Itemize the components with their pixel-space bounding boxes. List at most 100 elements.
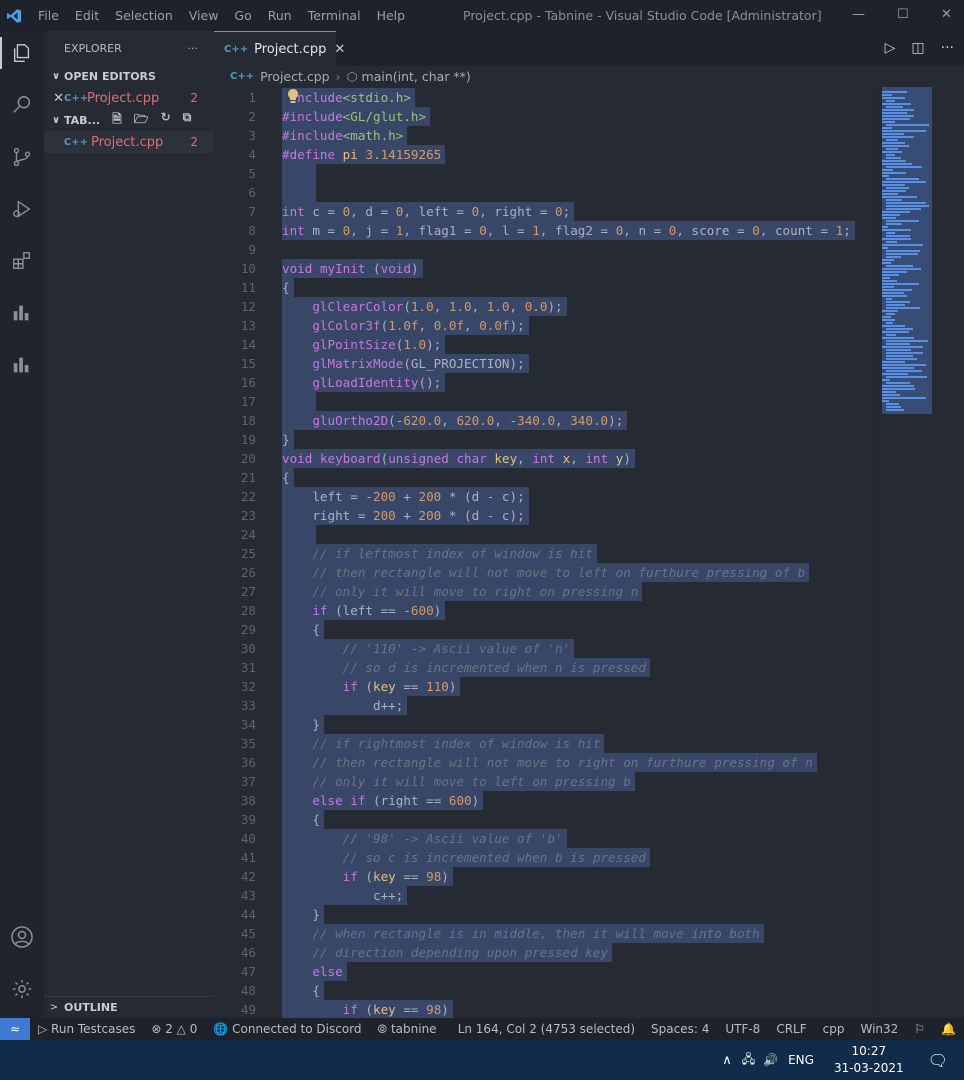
code-line[interactable]: 1 nclude<stdio.h> (214, 88, 874, 107)
new-file-icon[interactable]: 🗎 (112, 110, 122, 131)
menu-selection[interactable]: Selection (107, 8, 181, 23)
menu-file[interactable]: File (30, 8, 67, 23)
code-line[interactable]: 39 { (214, 810, 874, 829)
code-line[interactable]: 37 // only it will move to left on press… (214, 772, 874, 791)
new-folder-icon[interactable]: 🗁 (134, 110, 149, 131)
clock[interactable]: 10:27 31-03-2021 (834, 1043, 904, 1077)
menu-run[interactable]: Run (260, 8, 300, 23)
workspace-section[interactable]: ∨ TAB... 🗎 🗁 ↻ ⧉ (44, 109, 214, 131)
code-line[interactable]: 49 if (key == 98) (214, 1000, 874, 1018)
tab-project-cpp[interactable]: C++ Project.cpp ✕ (214, 31, 345, 66)
code-line[interactable]: 4 #define pi 3.14159265 (214, 145, 874, 164)
code-line[interactable]: 35 // if rightmost index of window is hi… (214, 734, 874, 753)
code-line[interactable]: 3 #include<math.h> (214, 126, 874, 145)
remote-icon[interactable]: ≈ (0, 1018, 30, 1040)
tree-file-item[interactable]: C++ Project.cpp 2 (44, 131, 214, 153)
breadcrumb-file[interactable]: Project.cpp (260, 69, 329, 84)
code-line[interactable]: 45 // when rectangle is in middle, then … (214, 924, 874, 943)
menu-go[interactable]: Go (226, 8, 259, 23)
lightbulb-icon[interactable] (286, 88, 300, 104)
code-line[interactable]: 12 glClearColor(1.0, 1.0, 1.0, 0.0); (214, 297, 874, 316)
open-editor-item[interactable]: ✕ C++ Project.cpp 2 (44, 87, 214, 109)
code-line[interactable]: 23 right = 200 + 200 * (d - c); (214, 506, 874, 525)
statistics-icon[interactable] (6, 349, 38, 381)
open-editors-section[interactable]: ∨ OPEN EDITORS (44, 65, 214, 87)
code-line[interactable]: 29 { (214, 620, 874, 639)
code-line[interactable]: 36 // then rectangle will not move to ri… (214, 753, 874, 772)
code-line[interactable]: 31 // so d is incremented when n is pres… (214, 658, 874, 677)
code-line[interactable]: 25 // if leftmost index of window is hit (214, 544, 874, 563)
code-line[interactable]: 46 // direction depending upon pressed k… (214, 943, 874, 962)
source-control-icon[interactable] (6, 141, 38, 173)
minimize-icon[interactable]: — (852, 7, 865, 22)
code-line[interactable]: 7 int c = 0, d = 0, left = 0, right = 0; (214, 202, 874, 221)
code-line[interactable]: 18 gluOrtho2D(-620.0, 620.0, -340.0, 340… (214, 411, 874, 430)
code-line[interactable]: 19} (214, 430, 874, 449)
network-icon[interactable]: 🖧 (742, 1050, 755, 1071)
code-line[interactable]: 47 else (214, 962, 874, 981)
code-line[interactable]: 24 (214, 525, 874, 544)
code-line[interactable]: 14 glPointSize(1.0); (214, 335, 874, 354)
code-line[interactable]: 20 void keyboard(unsigned char key, int x… (214, 449, 874, 468)
code-line[interactable]: 33 d++; (214, 696, 874, 715)
language-mode[interactable]: cpp (815, 1022, 853, 1036)
chart-icon[interactable] (6, 297, 38, 329)
extensions-icon[interactable] (6, 245, 38, 277)
encoding[interactable]: UTF-8 (717, 1022, 768, 1036)
run-testcases[interactable]: ▷ Run Testcases (30, 1022, 143, 1036)
language-indicator[interactable]: ENG (788, 1053, 814, 1067)
settings-gear-icon[interactable] (6, 973, 38, 1005)
menu-help[interactable]: Help (369, 8, 414, 23)
code-line[interactable]: 26 // then rectangle will not move to le… (214, 563, 874, 582)
code-line[interactable]: 34 } (214, 715, 874, 734)
code-line[interactable]: 41 // so c is incremented when b is pres… (214, 848, 874, 867)
discord-status[interactable]: 🌐 Connected to Discord (205, 1022, 369, 1036)
code-line[interactable]: 8 int m = 0, j = 1, flag1 = 0, l = 1, fla… (214, 221, 874, 240)
code-line[interactable]: 16 glLoadIdentity(); (214, 373, 874, 392)
code-line[interactable]: 11 { (214, 278, 874, 297)
code-line[interactable]: 13 glColor3f(1.0f, 0.0f, 0.0f); (214, 316, 874, 335)
chevron-up-icon[interactable]: ∧ (722, 1053, 732, 1068)
split-editor-icon[interactable]: ◫ (911, 40, 924, 56)
code-editor[interactable]: 1 nclude<stdio.h> 2 #include<GL/glut.h> 3 #i… (214, 87, 874, 1018)
refresh-icon[interactable]: ↻ (161, 110, 171, 131)
code-line[interactable]: 9 (214, 240, 874, 259)
minimap[interactable] (874, 87, 964, 1018)
code-line[interactable]: 44 } (214, 905, 874, 924)
volume-icon[interactable]: 🔊 (763, 1053, 778, 1067)
code-line[interactable]: 17 (214, 392, 874, 411)
tabnine-status[interactable]: ⦾ tabnine (370, 1022, 445, 1037)
problems-indicator[interactable]: ⊗ 2 △ 0 (143, 1022, 205, 1036)
breadcrumb-symbol[interactable]: main(int, char **) (362, 69, 471, 84)
code-line[interactable]: 48 { (214, 981, 874, 1000)
close-window-icon[interactable]: ✕ (941, 7, 952, 22)
close-editor-icon[interactable]: ✕ (44, 91, 64, 106)
outline-section[interactable]: > OUTLINE (44, 996, 214, 1018)
action-center-icon[interactable]: 🗨 (928, 1051, 948, 1070)
code-line[interactable]: 28 if (left == -600) (214, 601, 874, 620)
close-tab-icon[interactable]: ✕ (334, 42, 345, 57)
indentation[interactable]: Spaces: 4 (643, 1022, 717, 1036)
explorer-icon[interactable] (6, 37, 38, 69)
code-line[interactable]: 22 left = -200 + 200 * (d - c); (214, 487, 874, 506)
run-icon[interactable]: ▷ (885, 40, 896, 56)
code-line[interactable]: 5 (214, 164, 874, 183)
code-line[interactable]: 6 (214, 183, 874, 202)
notifications-bell-icon[interactable]: 🔔 (933, 1022, 964, 1036)
menu-view[interactable]: View (181, 8, 227, 23)
more-actions-icon[interactable]: ··· (941, 40, 954, 56)
code-line[interactable]: 10 void myInit (void) (214, 259, 874, 278)
code-line[interactable]: 2 #include<GL/glut.h> (214, 107, 874, 126)
code-line[interactable]: 15 glMatrixMode(GL_PROJECTION); (214, 354, 874, 373)
platform[interactable]: Win32 (852, 1022, 906, 1036)
code-line[interactable]: 27 // only it will move to right on pres… (214, 582, 874, 601)
code-line[interactable]: 21 { (214, 468, 874, 487)
menu-terminal[interactable]: Terminal (300, 8, 369, 23)
line-ending[interactable]: CRLF (768, 1022, 814, 1036)
code-line[interactable]: 40 // '98' -> Ascii value of 'b' (214, 829, 874, 848)
collapse-all-icon[interactable]: ⧉ (183, 110, 192, 131)
maximize-icon[interactable]: ☐ (897, 7, 909, 22)
code-line[interactable]: 42 if (key == 98) (214, 867, 874, 886)
code-line[interactable]: 38 else if (right == 600) (214, 791, 874, 810)
account-icon[interactable] (6, 921, 38, 953)
